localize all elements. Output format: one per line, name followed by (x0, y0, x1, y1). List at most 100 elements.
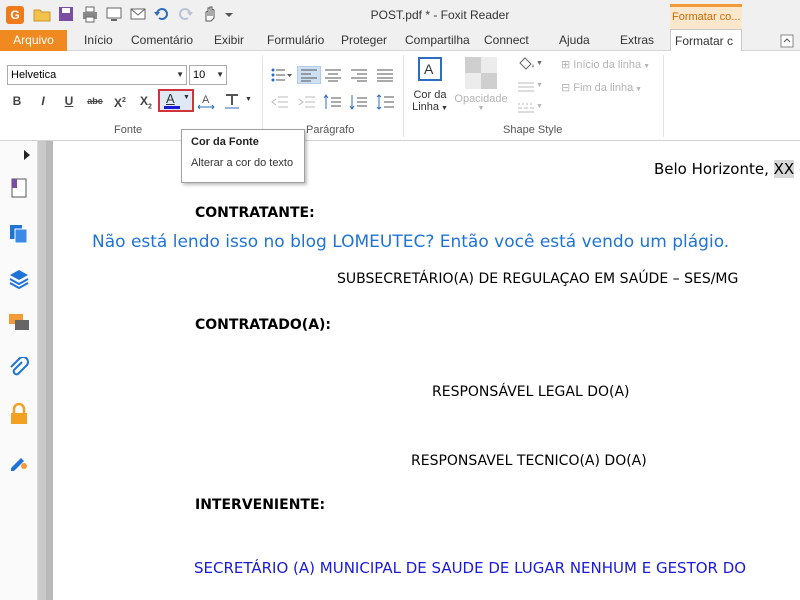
tab-arquivo[interactable]: Arquivo (0, 30, 67, 51)
date-line: Belo Horizonte, XX d (654, 160, 800, 178)
paragraph-group-label: Parágrafo (306, 124, 355, 136)
group-separator (663, 55, 664, 137)
ribbon-tab-bar: Arquivo Início Comentário Exibir Formulá… (0, 29, 800, 52)
superscript-label: X (114, 96, 123, 110)
panel-splitter[interactable] (38, 141, 46, 600)
secretario-line: SECRETÁRIO (A) MUNICIPAL DE SAUDE DE LUG… (194, 559, 747, 577)
svg-text:A: A (424, 61, 434, 77)
line-width-icon[interactable] (517, 101, 535, 115)
align-left-icon[interactable] (297, 66, 321, 84)
font-color-swatch (164, 106, 180, 109)
contratante-label: CONTRATANTE: (195, 205, 315, 221)
opacity-button[interactable]: Opacidade ▼ (454, 57, 508, 121)
group-separator (262, 55, 263, 137)
tooltip-title: Cor da Fonte (191, 136, 259, 148)
decrease-indent-icon[interactable] (270, 93, 290, 111)
bullet-list-icon[interactable] (270, 66, 294, 84)
line-start-select[interactable]: ⊞ Início da linha ▼ (561, 58, 650, 71)
blog-notice: Não está lendo isso no blog LOMEUTEC? En… (92, 232, 730, 252)
font-color-letter: A (166, 91, 175, 106)
date-placeholder: XX (773, 160, 795, 178)
superscript-button[interactable]: X2 (110, 91, 130, 111)
align-justify-icon[interactable] (375, 66, 395, 84)
tab-extras[interactable]: Extras (620, 30, 654, 51)
font-family-value: Helvetica (11, 69, 57, 81)
contratado-label: CONTRATADO(A): (195, 317, 332, 333)
date-line-prefix: Belo Horizonte, (654, 160, 774, 178)
tooltip-description: Alterar a cor do texto (191, 157, 294, 169)
tab-formatar[interactable]: Formatar c (670, 29, 742, 52)
font-color-tooltip: Cor da Fonte Alterar a cor do texto (181, 129, 305, 183)
ribbon-collapse-icon[interactable] (779, 33, 795, 49)
bold-button[interactable]: B (7, 91, 27, 111)
shape-style-group-label: Shape Style (503, 124, 563, 136)
align-center-icon[interactable] (323, 66, 343, 84)
align-right-icon[interactable] (349, 66, 369, 84)
chevron-down-icon: ▼ (176, 70, 184, 79)
font-family-select[interactable]: Helvetica ▼ (7, 65, 187, 85)
line-color-label-2: Linha (412, 101, 440, 113)
character-spacing-icon[interactable]: A (197, 92, 215, 110)
chevron-down-icon: ▼ (216, 70, 224, 79)
tab-comentario[interactable]: Comentário (131, 30, 193, 51)
line-style-icon[interactable] (517, 80, 535, 94)
fill-color-icon[interactable] (517, 56, 535, 72)
page-thumbnail-icon[interactable] (8, 177, 30, 199)
ribbon-panel: Helvetica ▼ 10 ▼ B I U abc X2 X2 A ▼ A ▼… (0, 51, 800, 141)
subscript-label: X (140, 94, 149, 108)
subscript-button[interactable]: X2 (136, 91, 156, 111)
line-end-label: Fim da linha (573, 82, 634, 94)
opacity-icon (465, 57, 497, 89)
tab-inicio[interactable]: Início (84, 30, 113, 51)
responsavel-legal-line: RESPONSÁVEL LEGAL DO(A) (432, 384, 630, 400)
title-bar: G POST.pdf * - Foxit Reader Formatar co.… (0, 0, 800, 30)
layers-icon[interactable] (8, 267, 30, 289)
group-separator (403, 55, 404, 137)
tab-exibir[interactable]: Exibir (214, 30, 244, 51)
layers-pages-icon[interactable] (8, 223, 30, 245)
tab-formulario[interactable]: Formulário (267, 30, 324, 51)
font-size-value: 10 (193, 69, 206, 81)
line-start-label: Início da linha (573, 59, 642, 71)
strikethrough-button[interactable]: abc (84, 91, 106, 111)
chevron-down-icon: ▼ (641, 63, 651, 70)
security-icon[interactable] (8, 403, 30, 425)
subsecretario-line: SUBSECRETÁRIO(A) DE REGULAÇAO EM SAÚDE –… (337, 271, 739, 287)
line-end-select[interactable]: ⊟ Fim da linha ▼ (561, 81, 642, 94)
page-margin (46, 141, 53, 600)
attachments-icon[interactable] (8, 357, 30, 379)
chevron-down-icon[interactable]: ▼ (245, 96, 252, 103)
chevron-down-icon[interactable]: ▼ (536, 60, 543, 67)
responsavel-tecnico-line: RESPONSAVEL TECNICO(A) DO(A) (411, 453, 647, 469)
chevron-down-icon: ▼ (477, 105, 485, 112)
tab-compartilha[interactable]: Compartilha (405, 30, 470, 51)
line-color-button[interactable]: A Cor da Linha ▼ (411, 57, 449, 121)
tab-proteger[interactable]: Proteger (341, 30, 387, 51)
underline-button[interactable]: U (59, 91, 79, 111)
line-spacing-icon[interactable] (375, 93, 395, 111)
context-tab-header: Formatar co... (670, 4, 742, 30)
opacity-label: Opacidade (454, 93, 508, 105)
italic-button[interactable]: I (33, 91, 53, 111)
paragraph-spacing-after-icon[interactable] (349, 93, 369, 111)
chevron-down-icon: ▼ (633, 86, 643, 93)
font-color-button[interactable]: A ▼ (158, 89, 194, 112)
chevron-down-icon[interactable]: ▼ (536, 103, 543, 110)
tab-ajuda[interactable]: Ajuda (559, 30, 590, 51)
increase-indent-icon[interactable] (297, 93, 317, 111)
navigation-panel (0, 141, 38, 600)
document-page: Belo Horizonte, XX d CONTRATANTE: Não es… (53, 141, 800, 600)
paragraph-spacing-before-icon[interactable] (323, 93, 343, 111)
comments-icon[interactable] (8, 312, 30, 334)
signature-icon[interactable] (8, 449, 30, 471)
expand-panel-arrow-icon[interactable] (22, 149, 32, 161)
date-line-suffix: d (794, 160, 800, 178)
font-group-label: Fonte (114, 124, 143, 136)
line-start-icon: ⊞ (561, 59, 574, 71)
tab-connect[interactable]: Connect (484, 30, 529, 51)
text-baseline-icon[interactable] (223, 92, 241, 110)
font-size-select[interactable]: 10 ▼ (189, 65, 227, 85)
line-color-icon: A (418, 57, 442, 81)
chevron-down-icon[interactable]: ▼ (536, 82, 543, 89)
svg-text:A: A (202, 94, 210, 106)
